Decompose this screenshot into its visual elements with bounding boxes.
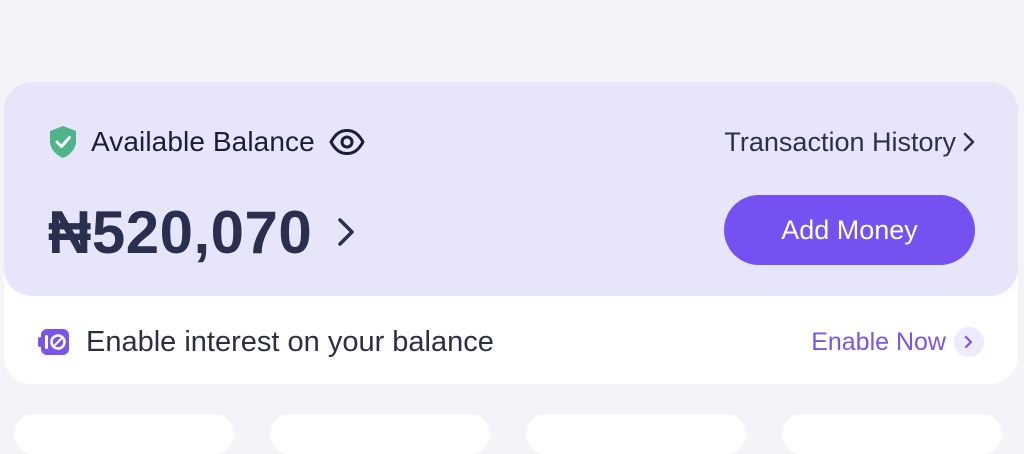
quick-action-tile[interactable]: [270, 414, 490, 454]
chevron-right-icon: [954, 327, 984, 357]
eye-icon[interactable]: [329, 128, 365, 156]
add-money-button[interactable]: Add Money: [724, 195, 975, 265]
balance-panel: Available Balance Transaction History ₦5…: [4, 82, 1018, 296]
interest-banner-text: Enable interest on your balance: [86, 325, 494, 358]
transaction-history-label: Transaction History: [724, 126, 956, 157]
chevron-right-icon: [963, 132, 975, 152]
quick-action-tile[interactable]: [526, 414, 746, 454]
balance-amount: ₦520,070: [48, 198, 313, 266]
transaction-history-link[interactable]: Transaction History: [724, 122, 976, 162]
chevron-right-icon: [338, 218, 354, 246]
enable-now-label: Enable Now: [811, 327, 946, 356]
quick-action-tile[interactable]: [14, 414, 234, 454]
quick-action-tile[interactable]: [782, 414, 1002, 454]
available-balance-label: Available Balance: [91, 126, 315, 157]
balance-amount-row[interactable]: ₦520,070: [48, 196, 356, 268]
balance-label-row: Available Balance: [48, 122, 365, 162]
interest-banner: Enable interest on your balance: [38, 320, 494, 364]
balance-card: Available Balance Transaction History ₦5…: [4, 82, 1018, 384]
shield-check-icon: [50, 126, 76, 158]
interest-icon: [38, 329, 69, 355]
enable-now-link[interactable]: Enable Now: [811, 320, 984, 364]
